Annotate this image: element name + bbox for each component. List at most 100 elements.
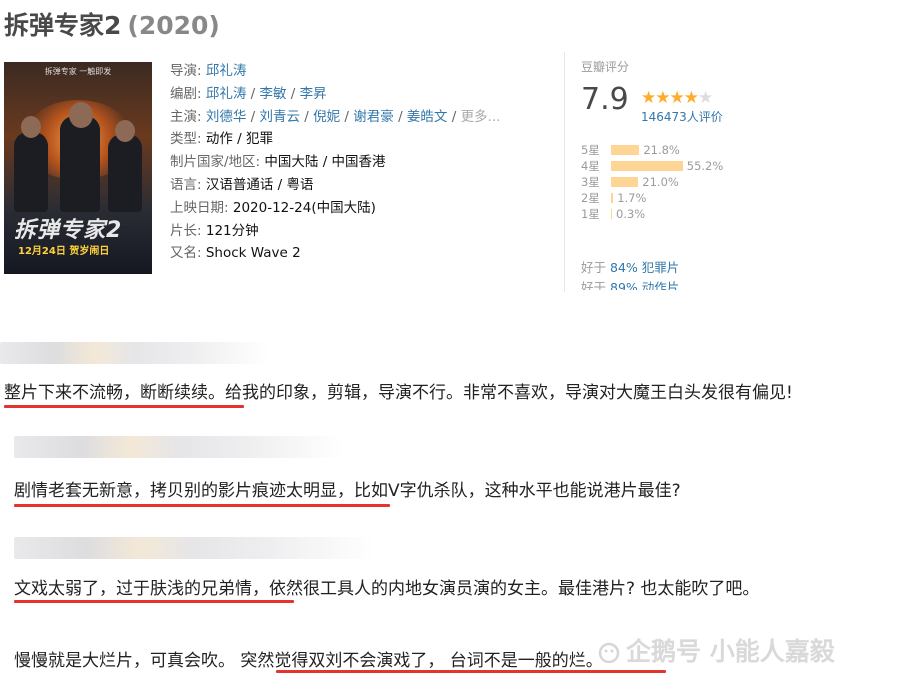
- rating-stars: ★★★★★: [641, 88, 713, 108]
- comment-underline: [14, 504, 390, 507]
- better-than-link[interactable]: 89% 动作片: [610, 280, 679, 290]
- info-language: 语言: 汉语普通话 / 粤语: [170, 174, 500, 197]
- rating-bar-row: 3星 21.0%: [581, 174, 723, 190]
- better-than-link[interactable]: 84% 犯罪片: [610, 260, 679, 275]
- comment-underline: [4, 405, 244, 408]
- rating-label: 豆瓣评分: [581, 60, 630, 74]
- rating-count-link[interactable]: 146473人评价: [641, 108, 723, 125]
- star-icon: ★: [655, 88, 670, 108]
- country-value: 中国大陆 / 中国香港: [264, 154, 386, 171]
- rating-bar-label: 5星: [581, 143, 600, 157]
- movie-year: (2020): [127, 11, 220, 40]
- rating-bar: [611, 177, 639, 187]
- comment-text: 整片下来不流畅，断断续续。给我的印象，剪辑，导演不行。非常不喜欢，导演对大魔王白…: [4, 383, 793, 403]
- poster-head-left: [21, 116, 41, 138]
- poster-tagline: 拆弹专家 一触即发: [44, 67, 112, 76]
- poster-figure-left: [14, 132, 48, 212]
- penguin-logo-icon: [598, 642, 620, 663]
- country-label: 制片国家/地区:: [170, 154, 261, 171]
- genre-value: 动作: [205, 131, 233, 148]
- runtime-value: 121分钟: [205, 222, 259, 239]
- poster-title: 拆弹专家2: [14, 218, 123, 243]
- rating-bar-row: 1星 0.3%: [581, 206, 723, 222]
- cast-link[interactable]: 刘青云: [260, 109, 301, 125]
- cast-more-link[interactable]: 更多...: [461, 109, 501, 125]
- release-value: 2020-12-24(中国大陆): [232, 199, 376, 216]
- info-release: 上映日期: 2020-12-24(中国大陆): [170, 197, 500, 220]
- writer-link[interactable]: 李昇: [300, 86, 327, 102]
- movie-title: 拆弹专家2 (2020): [4, 6, 220, 42]
- genre-value: 犯罪: [246, 131, 273, 148]
- rating-bar: [611, 193, 614, 203]
- info-runtime: 片长: 121分钟: [170, 220, 500, 243]
- rating-bar-percent: 21.0%: [642, 175, 679, 189]
- better-than-prefix: 好于: [581, 280, 607, 290]
- star-icon: ★: [641, 88, 656, 108]
- comment-text: 慢慢就是大烂片，可真会吹。 突然觉得双刘不会演戏了， 台词不是一般的烂。: [14, 651, 603, 671]
- rating-bar-percent: 0.3%: [616, 207, 646, 221]
- poster-figure-right: [108, 134, 142, 212]
- info-aka: 又名: Shock Wave 2: [170, 242, 500, 265]
- rating-bar-percent: 55.2%: [686, 159, 724, 173]
- movie-poster[interactable]: 拆弹专家 一触即发 拆弹专家2 12月24日 贺岁闹日: [4, 62, 152, 274]
- cast-link[interactable]: 姜皓文: [407, 109, 448, 125]
- commenter-name-blurred: [14, 436, 344, 458]
- better-than-prefix: 好于: [581, 260, 607, 275]
- rating-bar: [611, 145, 640, 155]
- runtime-label: 片长:: [170, 222, 202, 239]
- rating-bar: [611, 209, 612, 219]
- rating-bar-percent: 1.7%: [617, 191, 647, 205]
- better-than-row: 好于 89% 动作片: [581, 278, 679, 290]
- movie-title-text: 拆弹专家2: [4, 11, 122, 40]
- poster-figure-center: [60, 116, 100, 212]
- star-empty-icon: ★: [698, 88, 713, 108]
- movie-info: 导演: 邱礼涛 编剧: 邱礼涛 / 李敏 / 李昇 主演: 刘德华 / 刘青云 …: [170, 60, 500, 265]
- commenter-name-blurred: [14, 537, 374, 559]
- aka-label: 又名:: [170, 245, 202, 262]
- director-label: 导演:: [170, 63, 202, 79]
- poster-head-right: [115, 120, 135, 142]
- rating-better-than: 好于 84% 犯罪片 好于 89% 动作片: [581, 258, 679, 290]
- rating-panel: 豆瓣评分 7.9 ★★★★★ 146473人评价 5星 21.8% 4星 55.2% 3…: [564, 52, 744, 292]
- cast-link[interactable]: 谢君豪: [353, 109, 394, 125]
- comment-text: 剧情老套无新意，拷贝别的影片痕迹太明显，比如V字仇杀队，这种水平也能说港片最佳?: [14, 481, 681, 501]
- info-country: 制片国家/地区: 中国大陆 / 中国香港: [170, 151, 500, 174]
- rating-score: 7.9: [581, 82, 629, 117]
- release-label: 上映日期:: [170, 199, 229, 216]
- rating-bar-label: 1星: [581, 207, 600, 221]
- better-than-row: 好于 84% 犯罪片: [581, 258, 679, 278]
- info-director: 导演: 邱礼涛: [170, 60, 500, 83]
- rating-bars: 5星 21.8% 4星 55.2% 3星 21.0% 2星 1.7% 1星 0.3%: [581, 142, 723, 222]
- watermark-text: 企鹅号 小能人嘉毅: [626, 637, 835, 666]
- rating-bar-row: 2星 1.7%: [581, 190, 723, 206]
- info-writer: 编剧: 邱礼涛 / 李敏 / 李昇: [170, 85, 327, 102]
- info-genre: 类型: 动作 / 犯罪: [170, 131, 273, 148]
- rating-bar-percent: 21.8%: [643, 143, 680, 157]
- genre-label: 类型:: [170, 131, 202, 148]
- watermark: 企鹅号 小能人嘉毅: [596, 632, 835, 668]
- comment-text: 文戏太弱了，过于肤浅的兄弟情，依然很工具人的内地女演员演的女主。最佳港片? 也太…: [14, 579, 760, 599]
- rating-bar-label: 3星: [581, 175, 600, 189]
- commenter-name-blurred: [0, 342, 270, 364]
- star-icon: ★: [669, 88, 685, 108]
- language-value: 汉语普通话 / 粤语: [205, 176, 314, 193]
- comment-underline: [276, 670, 666, 673]
- rating-bar-row: 4星 55.2%: [581, 158, 723, 174]
- comment-underline: [14, 600, 294, 603]
- writer-label: 编剧:: [170, 85, 202, 102]
- star-icon: ★: [683, 88, 699, 108]
- writer-link[interactable]: 李敏: [260, 86, 287, 102]
- info-cast: 主演: 刘德华 / 刘青云 / 倪妮 / 谢君豪 / 姜皓文 / 更多...: [170, 108, 501, 125]
- rating-bar-label: 4星: [581, 159, 600, 173]
- cast-link[interactable]: 倪妮: [313, 109, 340, 125]
- writer-link[interactable]: 邱礼涛: [206, 86, 247, 102]
- cast-link[interactable]: 刘德华: [206, 109, 247, 125]
- rating-bar-label: 2星: [581, 191, 600, 205]
- director-link[interactable]: 邱礼涛: [206, 63, 247, 79]
- poster-head-center: [69, 102, 93, 128]
- cast-label: 主演:: [170, 108, 202, 125]
- language-label: 语言:: [170, 176, 202, 193]
- aka-value: Shock Wave 2: [205, 245, 301, 262]
- rating-bar-row: 5星 21.8%: [581, 142, 723, 158]
- poster-release: 12月24日 贺岁闹日: [18, 246, 110, 257]
